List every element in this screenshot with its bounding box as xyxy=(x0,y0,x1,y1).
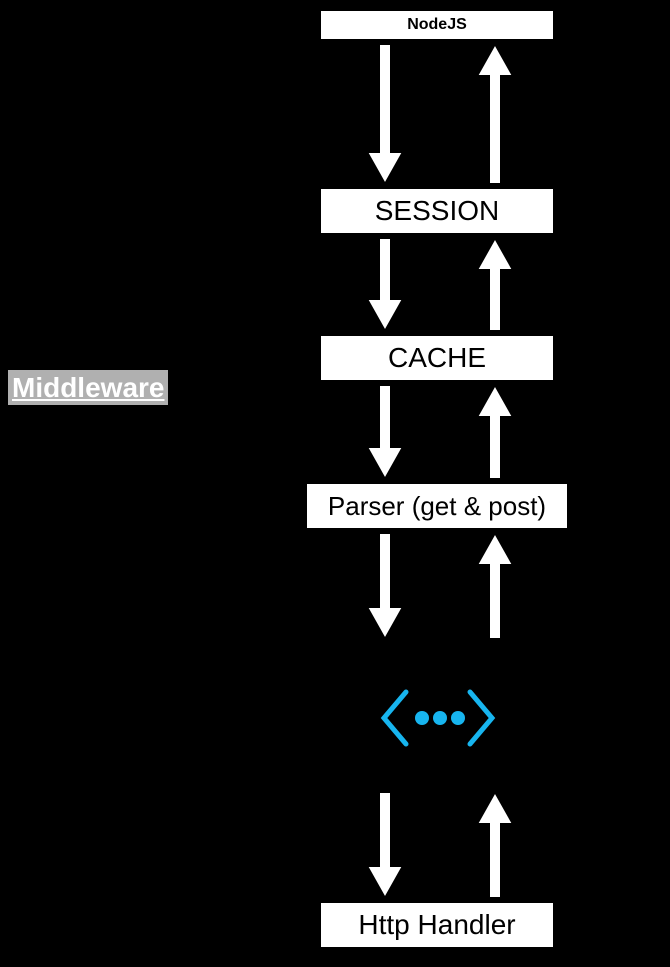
arrow-up-icon xyxy=(475,790,515,900)
http-handler-box: Http Handler xyxy=(320,902,554,948)
arrow-down-icon xyxy=(365,531,405,641)
middleware-label: Middleware xyxy=(8,370,168,405)
arrow-up-icon xyxy=(475,531,515,641)
cache-text: CACHE xyxy=(388,342,486,373)
parser-box: Parser (get & post) xyxy=(306,483,568,529)
arrow-up-icon xyxy=(475,383,515,481)
ellipsis-icon xyxy=(378,688,498,748)
parser-text: Parser (get & post) xyxy=(328,491,546,521)
arrow-down-icon xyxy=(365,383,405,481)
http-handler-text: Http Handler xyxy=(358,909,515,940)
arrow-down-icon xyxy=(365,42,405,186)
arrow-down-icon xyxy=(365,236,405,333)
arrow-up-icon xyxy=(475,42,515,186)
session-text: SESSION xyxy=(375,195,499,226)
middleware-label-text: Middleware xyxy=(12,372,164,403)
middleware-pipeline-diagram: NodeJS Middleware SESSION CACHE Parser (… xyxy=(0,0,670,967)
nodejs-band: NodeJS xyxy=(320,10,554,40)
nodejs-band-text: NodeJS xyxy=(407,16,467,33)
session-box: SESSION xyxy=(320,188,554,234)
arrow-down-icon xyxy=(365,790,405,900)
arrow-up-icon xyxy=(475,236,515,333)
cache-box: CACHE xyxy=(320,335,554,381)
